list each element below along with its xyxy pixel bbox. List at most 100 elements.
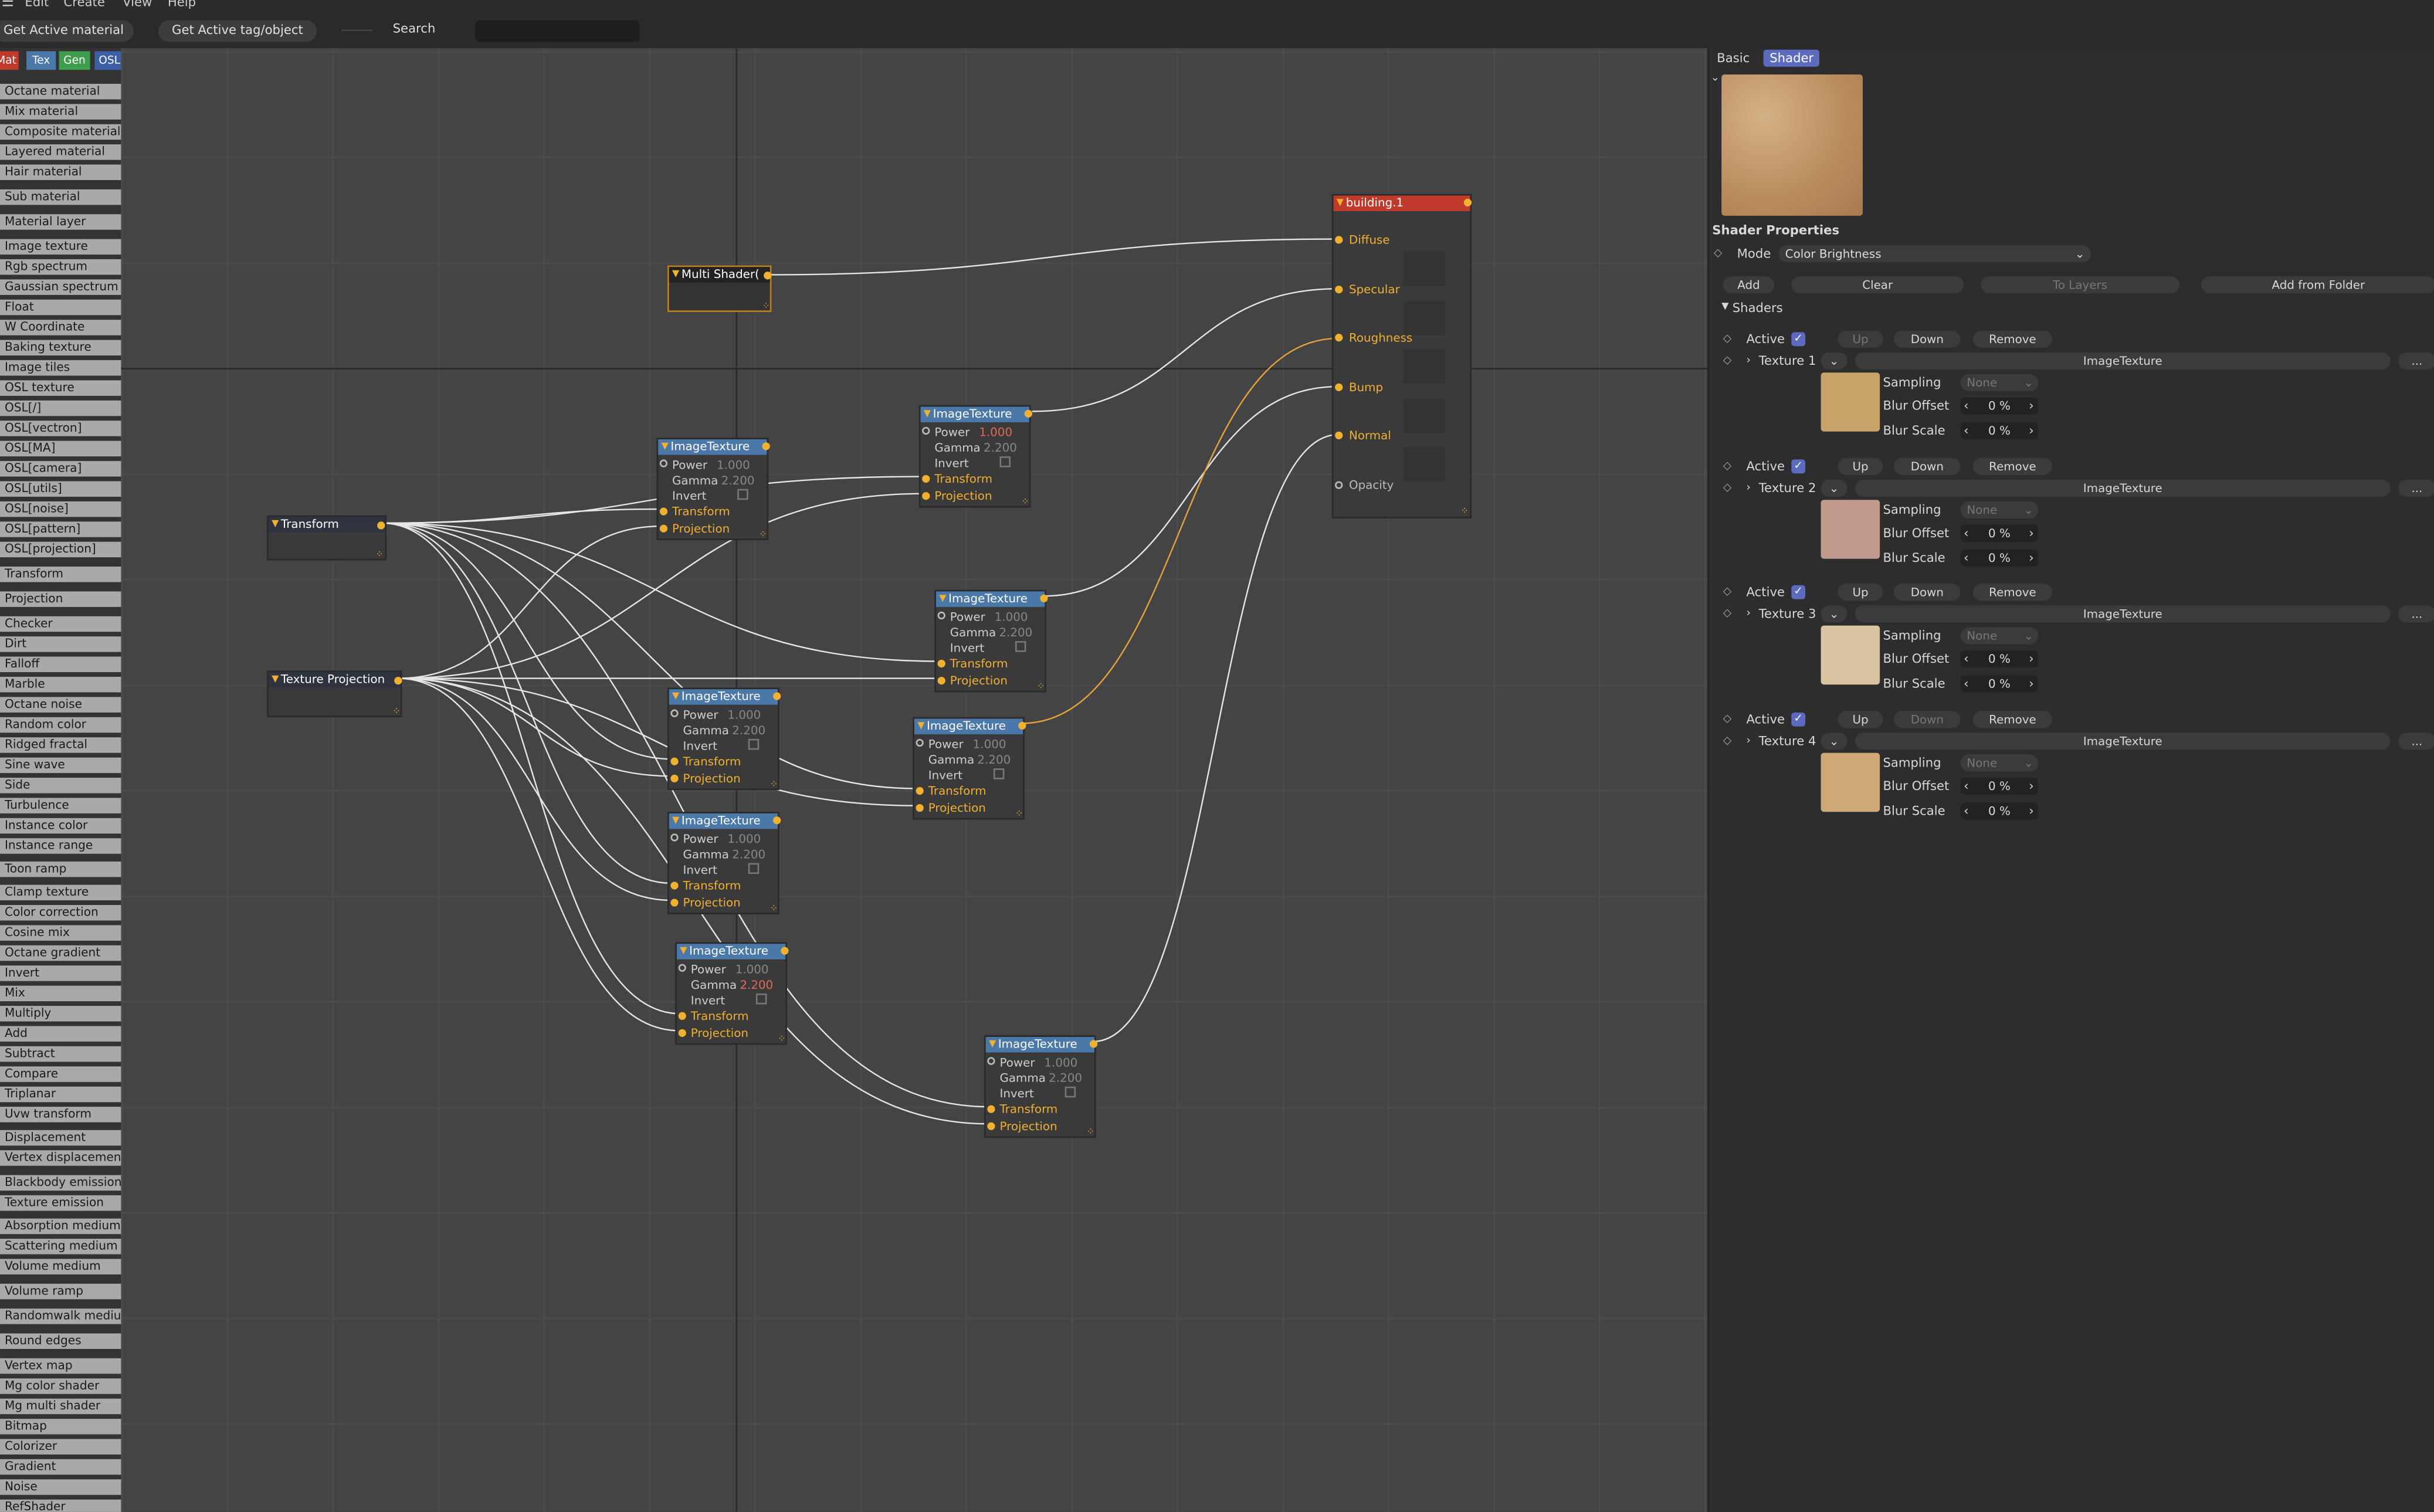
collapse-triangle-icon[interactable]: ▼ bbox=[272, 517, 279, 532]
palette-item[interactable]: Layered material bbox=[0, 144, 121, 160]
hamburger-menu-icon[interactable]: ☰ bbox=[2, 0, 14, 11]
palette-item[interactable]: OSL[vectron] bbox=[0, 421, 121, 436]
projection-port-dot[interactable] bbox=[922, 492, 930, 500]
palette-item[interactable]: Displacement bbox=[0, 1130, 121, 1146]
image-texture-node[interactable]: ▼ ImageTexture Power 1.000 Gamma 2.200 Invert T… bbox=[934, 589, 1048, 693]
palette-item[interactable]: Toon ramp bbox=[0, 861, 121, 877]
invert-checkbox[interactable] bbox=[748, 863, 760, 874]
resize-grip-icon[interactable]: ⁘ bbox=[1015, 809, 1025, 820]
power-port-dot[interactable] bbox=[937, 611, 945, 620]
clear-button[interactable]: Clear bbox=[1791, 276, 1964, 294]
palette-item[interactable]: Noise bbox=[0, 1479, 121, 1495]
image-texture-node[interactable]: ▼ ImageTexture Power 1.000 Gamma 2.200 Invert T… bbox=[918, 405, 1033, 508]
material-node[interactable]: ▼ building.1 Diffuse Specular Roughness Bump N… bbox=[1331, 194, 1472, 518]
palette-item[interactable]: Invert bbox=[0, 965, 121, 981]
palette-item[interactable]: Absorption medium bbox=[0, 1218, 121, 1235]
invert-checkbox[interactable] bbox=[999, 456, 1011, 467]
sampling-select[interactable]: None ⌄ bbox=[1960, 500, 2039, 518]
output-port-dot[interactable] bbox=[1463, 198, 1472, 207]
down-button[interactable]: Down bbox=[1893, 457, 1961, 474]
palette-item[interactable]: OSL[MA] bbox=[0, 440, 121, 457]
resize-grip-icon[interactable]: ⁘ bbox=[770, 904, 779, 914]
node-header[interactable]: ▼ ImageTexture bbox=[935, 591, 1045, 607]
active-checkbox[interactable]: ✓ bbox=[1791, 585, 1806, 599]
increment-arrow-icon[interactable]: › bbox=[2029, 424, 2033, 438]
add-button[interactable]: Add bbox=[1723, 276, 1775, 294]
palette-item[interactable]: OSL[projection] bbox=[0, 541, 121, 558]
more-button[interactable]: ... bbox=[2398, 352, 2434, 369]
palette-item[interactable]: W Coordinate bbox=[0, 320, 121, 335]
increment-arrow-icon[interactable]: › bbox=[2029, 399, 2033, 413]
up-button[interactable]: Up bbox=[1838, 584, 1883, 601]
output-port-dot[interactable] bbox=[762, 442, 770, 450]
increment-arrow-icon[interactable]: › bbox=[2029, 550, 2033, 564]
menu-view[interactable]: View bbox=[123, 0, 152, 9]
blur-offset-field[interactable]: 0 % bbox=[1960, 397, 2039, 415]
blur-offset-field[interactable]: 0 % bbox=[1960, 650, 2039, 668]
up-button[interactable]: Up bbox=[1838, 457, 1883, 474]
search-input[interactable] bbox=[474, 20, 640, 42]
decrement-arrow-icon[interactable]: ‹ bbox=[1964, 778, 1968, 792]
output-port-dot[interactable] bbox=[764, 272, 772, 280]
resize-grip-icon[interactable]: ⁘ bbox=[762, 302, 772, 312]
texture-projection-header[interactable]: ▼ Texture Projection bbox=[268, 672, 401, 688]
resize-grip-icon[interactable]: ⁘ bbox=[1037, 682, 1046, 693]
palette-item[interactable]: OSL texture bbox=[0, 380, 121, 396]
increment-arrow-icon[interactable]: › bbox=[2029, 526, 2033, 540]
invert-checkbox[interactable] bbox=[1015, 641, 1026, 652]
expand-triangle-icon[interactable]: ▼ bbox=[1721, 301, 1728, 312]
texture-projection-node[interactable]: ▼ Texture Projection ⁘ bbox=[267, 670, 402, 717]
up-button[interactable]: Up bbox=[1838, 330, 1883, 348]
projection-port-dot[interactable] bbox=[987, 1122, 995, 1130]
gamma-value[interactable]: 2.200 bbox=[977, 753, 1011, 767]
keyframe-diamond-icon[interactable]: ◇ bbox=[1723, 332, 1731, 344]
get-active-material-button[interactable]: Get Active material bbox=[0, 20, 134, 42]
palette-item[interactable]: Random color bbox=[0, 717, 121, 733]
increment-arrow-icon[interactable]: › bbox=[2029, 804, 2033, 818]
keyframe-diamond-icon[interactable]: ◇ bbox=[1723, 480, 1731, 493]
material-input-port-diffuse[interactable] bbox=[1335, 236, 1343, 244]
palette-item[interactable]: Checker bbox=[0, 616, 121, 632]
node-header[interactable]: ▼ ImageTexture bbox=[669, 813, 778, 829]
palette-item[interactable]: Volume ramp bbox=[0, 1283, 121, 1300]
palette-item[interactable]: Image texture bbox=[0, 239, 121, 255]
material-input-port-bump[interactable] bbox=[1335, 383, 1343, 391]
output-port-dot[interactable] bbox=[1040, 594, 1048, 602]
remove-button[interactable]: Remove bbox=[1972, 457, 2052, 474]
chevron-right-icon[interactable]: › bbox=[1747, 734, 1751, 746]
keyframe-diamond-icon[interactable]: ◇ bbox=[1723, 734, 1731, 746]
gamma-value[interactable]: 2.200 bbox=[984, 441, 1017, 455]
transform-port-dot[interactable] bbox=[670, 757, 679, 765]
gamma-value[interactable]: 2.200 bbox=[732, 847, 765, 862]
category-tab-tex[interactable]: Tex bbox=[26, 51, 56, 70]
palette-item[interactable]: Hair material bbox=[0, 164, 121, 181]
transform-port-dot[interactable] bbox=[987, 1105, 995, 1113]
power-port-dot[interactable] bbox=[678, 964, 686, 972]
increment-arrow-icon[interactable]: › bbox=[2029, 652, 2033, 666]
material-input-port-normal[interactable] bbox=[1335, 431, 1343, 440]
palette-item[interactable]: Baking texture bbox=[0, 340, 121, 356]
resize-grip-icon[interactable]: ⁘ bbox=[393, 707, 402, 717]
collapse-triangle-icon[interactable]: ▼ bbox=[924, 406, 931, 422]
gamma-value[interactable]: 2.200 bbox=[732, 723, 765, 737]
multi-shader-header[interactable]: ▼ Multi Shader( bbox=[669, 267, 770, 283]
power-port-dot[interactable] bbox=[922, 426, 930, 435]
palette-item[interactable]: Randomwalk medium bbox=[0, 1308, 121, 1324]
collapse-triangle-icon[interactable]: ▼ bbox=[680, 944, 687, 959]
active-checkbox[interactable]: ✓ bbox=[1791, 459, 1806, 473]
to-layers-button[interactable]: To Layers bbox=[1981, 276, 2179, 294]
decrement-arrow-icon[interactable]: ‹ bbox=[1964, 424, 1968, 438]
category-tab-osl[interactable]: OSL bbox=[94, 51, 124, 70]
palette-item[interactable]: Mix material bbox=[0, 104, 121, 120]
palette-item[interactable]: Cosine mix bbox=[0, 925, 121, 941]
transform-port-dot[interactable] bbox=[678, 1012, 686, 1020]
palette-item[interactable]: Round edges bbox=[0, 1333, 121, 1349]
resize-grip-icon[interactable]: ⁘ bbox=[770, 780, 779, 790]
node-header[interactable]: ▼ ImageTexture bbox=[658, 439, 767, 455]
texture-dropdown-button[interactable]: ⌄ bbox=[1821, 352, 1847, 369]
decrement-arrow-icon[interactable]: ‹ bbox=[1964, 399, 1968, 413]
palette-item[interactable]: Float bbox=[0, 299, 121, 316]
increment-arrow-icon[interactable]: › bbox=[2029, 778, 2033, 792]
palette-item[interactable]: Volume medium bbox=[0, 1259, 121, 1274]
blur-scale-field[interactable]: 0 % bbox=[1960, 675, 2039, 693]
